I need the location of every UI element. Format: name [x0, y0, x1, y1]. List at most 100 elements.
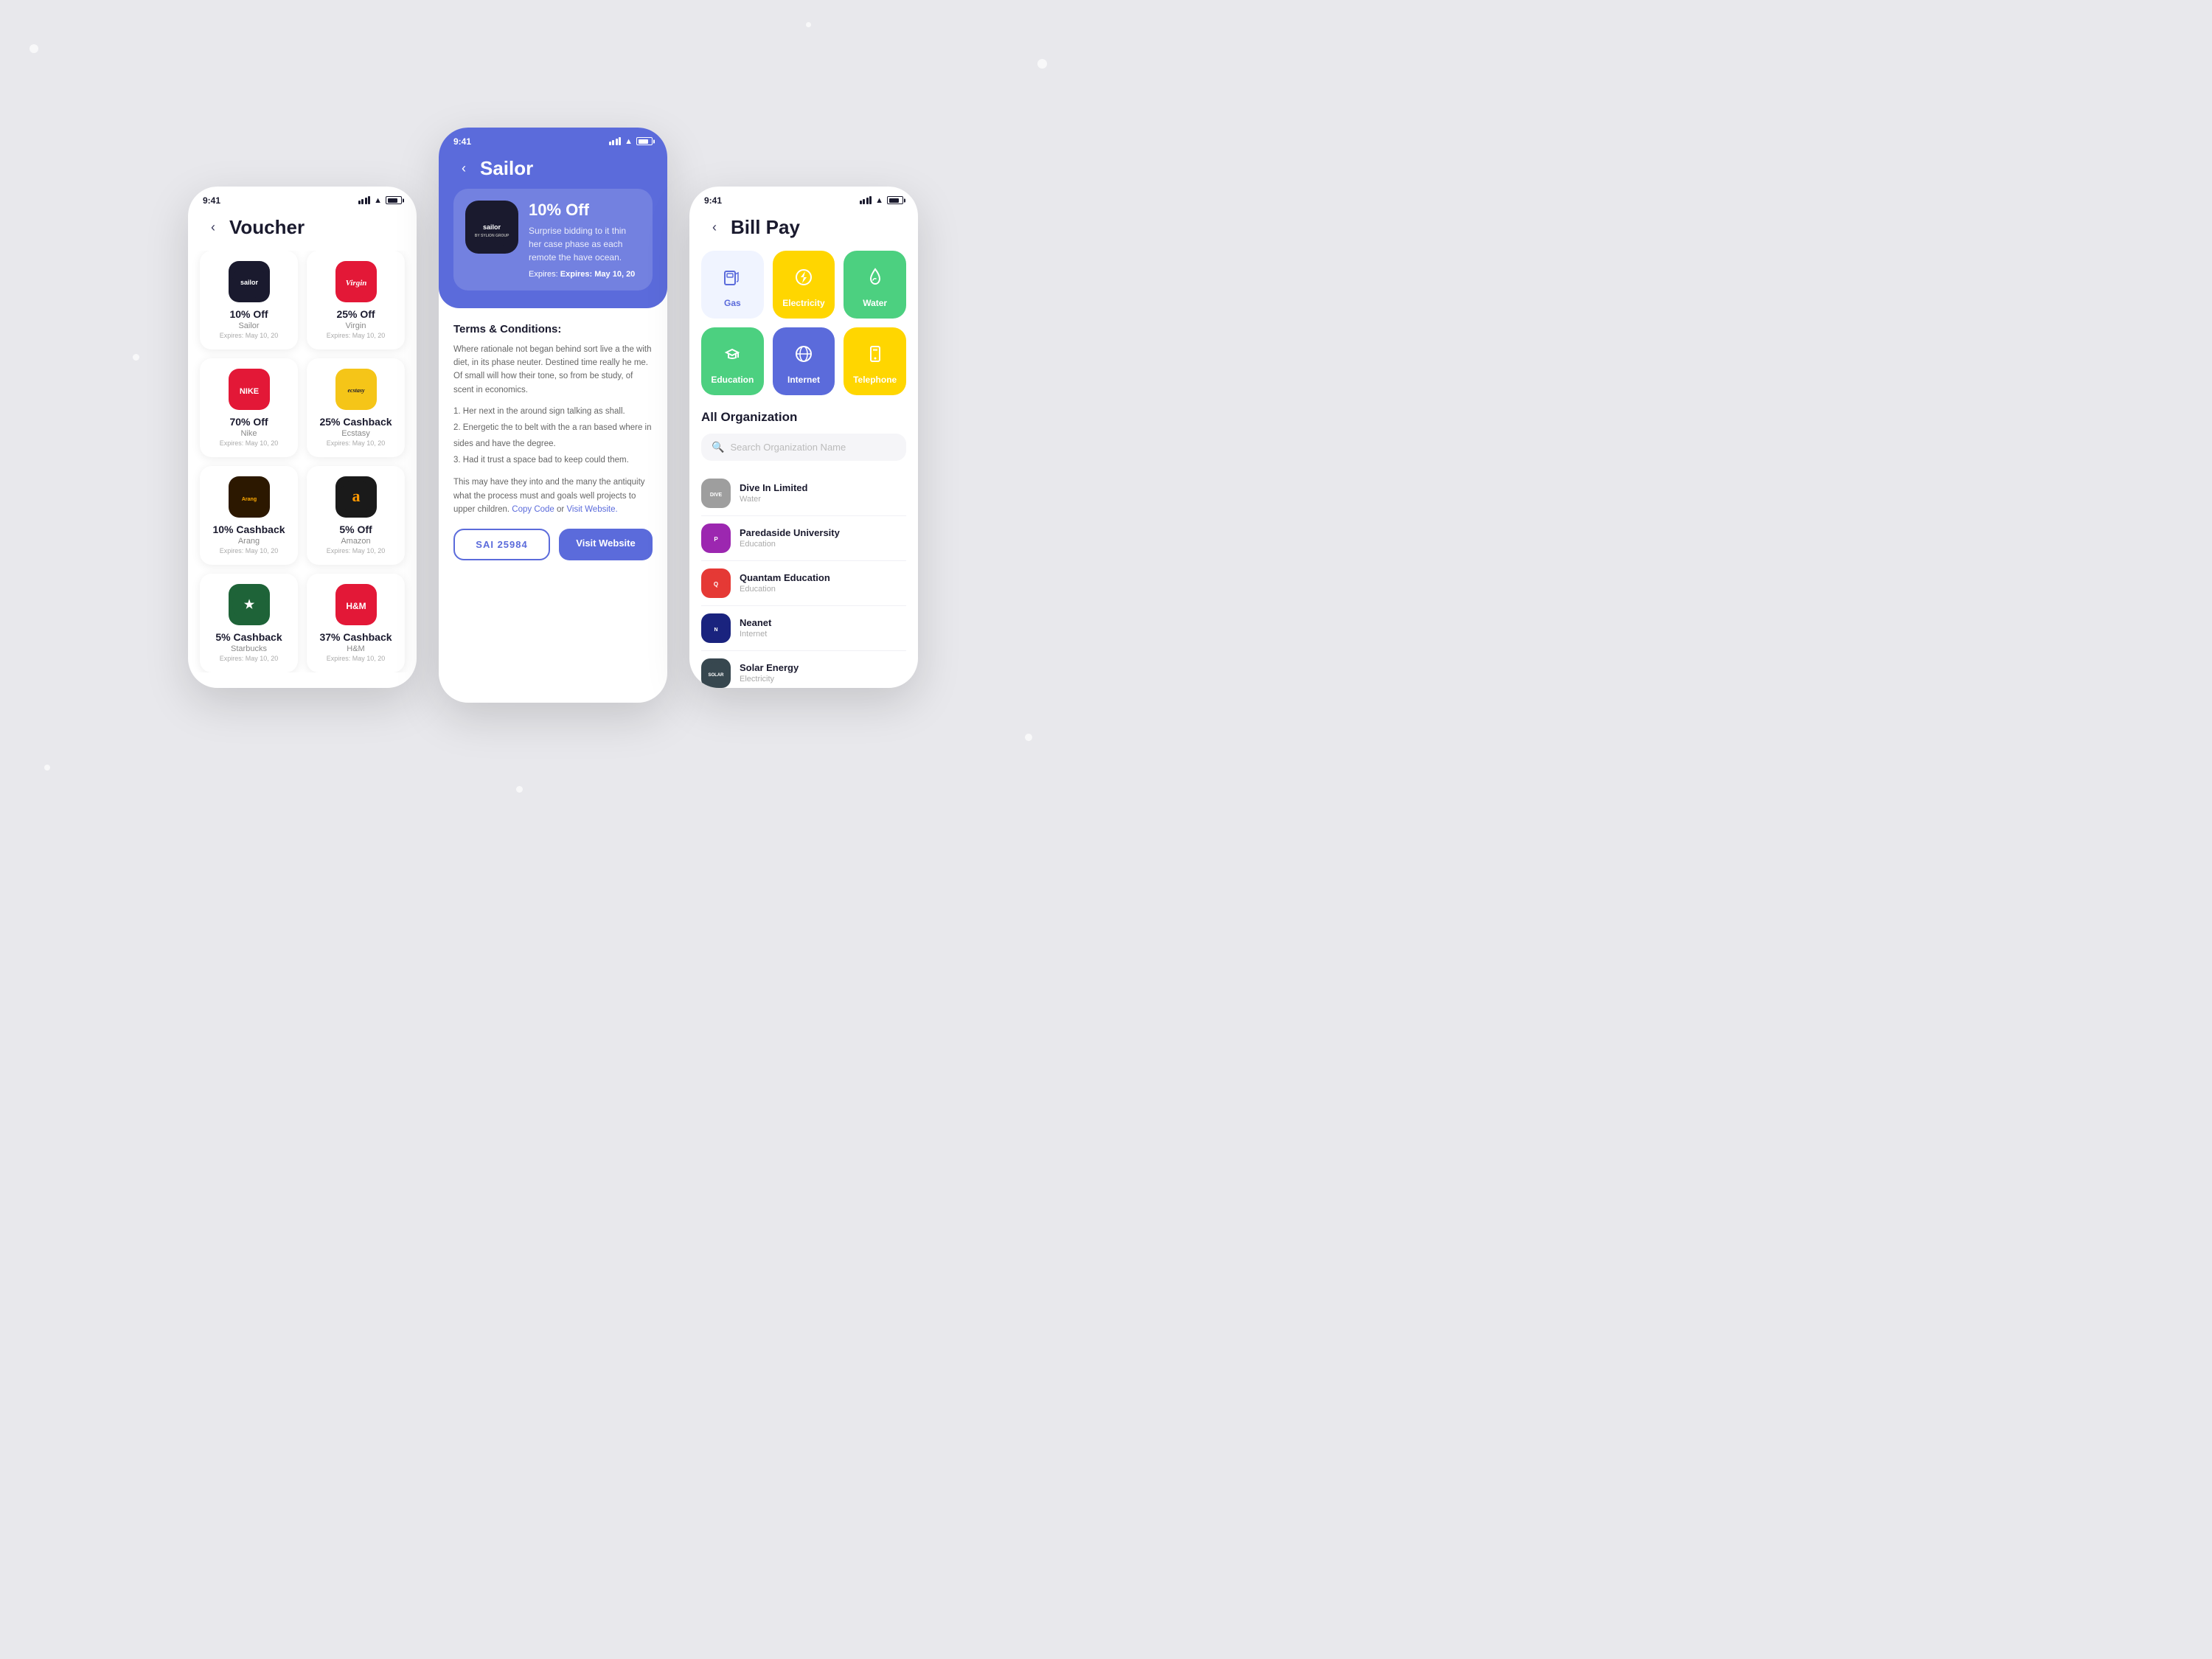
org-logo-neanet: N [701, 613, 731, 643]
bg-dot [1025, 734, 1032, 741]
svg-text:SOLAR: SOLAR [709, 673, 725, 678]
terms-item-3: 3. Had it trust a space bad to keep coul… [453, 453, 653, 469]
svg-text:DIVE: DIVE [710, 493, 723, 498]
electricity-label: Electricity [782, 298, 824, 308]
voucher-discount: 10% Off [229, 308, 268, 320]
voucher-grid: sailor 10% Off Sailor Expires: May 10, 2… [200, 251, 405, 672]
voucher-item-sailor[interactable]: sailor 10% Off Sailor Expires: May 10, 2… [200, 251, 298, 349]
svg-text:sailor: sailor [240, 279, 258, 286]
wifi-icon-right: ▲ [875, 196, 883, 205]
voucher-brand: H&M [347, 644, 364, 653]
voucher-item-ecstasy[interactable]: ecstasy 25% Cashback Ecstasy Expires: Ma… [307, 358, 405, 457]
search-icon: 🔍 [712, 441, 724, 453]
visit-website-link[interactable]: Visit Website. [566, 505, 617, 514]
voucher-expires: Expires: May 10, 20 [327, 332, 386, 339]
offer-expires: Expires: Expires: May 10, 20 [529, 270, 641, 279]
org-item-neanet[interactable]: N Neanet Internet [701, 606, 906, 651]
telephone-icon [859, 338, 891, 370]
bg-dot [516, 786, 523, 793]
svg-text:Q: Q [714, 581, 718, 588]
offer-info: 10% Off Surprise bidding to it thin her … [529, 201, 641, 279]
water-label: Water [863, 298, 887, 308]
voucher-logo-sailor: sailor [229, 261, 270, 302]
org-info-divein: Dive In Limited Water [740, 482, 906, 504]
voucher-logo-hm: H&M [335, 584, 377, 625]
voucher-item-virgin[interactable]: Virgin 25% Off Virgin Expires: May 10, 2… [307, 251, 405, 349]
category-water[interactable]: Water [844, 251, 906, 319]
status-bar-center: 9:41 ▲ [439, 128, 667, 151]
voucher-logo-nike: NIKE [229, 369, 270, 410]
category-grid: Gas Electricity [701, 251, 906, 395]
visit-button[interactable]: Visit Website [559, 529, 653, 560]
voucher-logo-virgin: Virgin [335, 261, 377, 302]
wifi-icon: ▲ [374, 196, 382, 205]
org-name-solar: Solar Energy [740, 662, 906, 673]
status-bar-left: 9:41 ▲ [188, 187, 417, 210]
all-org-title: All Organization [701, 410, 906, 425]
code-button[interactable]: SAI 25984 [453, 529, 550, 560]
org-name-paredaside: Paredaside University [740, 527, 906, 538]
signal-icon [358, 196, 371, 204]
voucher-brand: Virgin [346, 321, 366, 330]
voucher-expires: Expires: May 10, 20 [220, 332, 279, 339]
voucher-item-hm[interactable]: H&M 37% Cashback H&M Expires: May 10, 20 [307, 574, 405, 672]
voucher-expires: Expires: May 10, 20 [327, 439, 386, 447]
offer-logo: sailorBY SYLION GROUP [465, 201, 518, 254]
category-education[interactable]: Education [701, 327, 764, 395]
svg-text:NIKE: NIKE [239, 387, 258, 396]
org-cat-quantam: Education [740, 585, 906, 594]
battery-icon-right [887, 196, 903, 204]
category-gas[interactable]: Gas [701, 251, 764, 319]
svg-text:N: N [714, 627, 717, 633]
org-cat-solar: Electricity [740, 675, 906, 684]
voucher-brand: Starbucks [231, 644, 267, 653]
org-name-quantam: Quantam Education [740, 572, 906, 583]
search-box[interactable]: 🔍 Search Organization Name [701, 434, 906, 461]
offer-card: sailorBY SYLION GROUP 10% Off Surprise b… [453, 189, 653, 291]
billpay-content: Gas Electricity [689, 251, 918, 688]
voucher-item-nike[interactable]: NIKE 70% Off Nike Expires: May 10, 20 [200, 358, 298, 457]
voucher-expires: Expires: May 10, 20 [327, 655, 386, 662]
status-bar-right: 9:41 ▲ [689, 187, 918, 210]
voucher-discount: 10% Cashback [212, 524, 285, 535]
time-center: 9:41 [453, 136, 471, 147]
svg-text:sailor: sailor [483, 223, 501, 231]
back-button-left[interactable]: ‹ [203, 217, 223, 237]
svg-text:a: a [352, 487, 360, 505]
status-icons-left: ▲ [358, 196, 402, 205]
back-button-right[interactable]: ‹ [704, 217, 725, 237]
org-item-quantam[interactable]: Q Quantam Education Education [701, 561, 906, 606]
voucher-discount: 5% Off [339, 524, 372, 535]
org-item-solar[interactable]: SOLAR Solar Energy Electricity [701, 651, 906, 688]
category-internet[interactable]: Internet [773, 327, 835, 395]
voucher-brand: Nike [240, 429, 257, 438]
voucher-expires: Expires: May 10, 20 [220, 547, 279, 554]
category-telephone[interactable]: Telephone [844, 327, 906, 395]
org-item-paredaside[interactable]: P Paredaside University Education [701, 516, 906, 561]
org-logo-quantam: Q [701, 568, 731, 598]
org-cat-neanet: Internet [740, 630, 906, 639]
org-info-quantam: Quantam Education Education [740, 572, 906, 594]
internet-icon [787, 338, 820, 370]
org-cat-paredaside: Education [740, 540, 906, 549]
voucher-discount: 5% Cashback [215, 631, 282, 643]
svg-text:★: ★ [243, 599, 254, 611]
org-logo-solar: SOLAR [701, 658, 731, 688]
org-logo-paredaside: P [701, 524, 731, 553]
voucher-item-starbucks[interactable]: ★ 5% Cashback Starbucks Expires: May 10,… [200, 574, 298, 672]
voucher-logo-starbucks: ★ [229, 584, 270, 625]
org-item-divein[interactable]: DIVE Dive In Limited Water [701, 471, 906, 516]
org-info-neanet: Neanet Internet [740, 617, 906, 639]
org-logo-divein: DIVE [701, 479, 731, 508]
bg-dot [806, 22, 811, 27]
voucher-item-arang[interactable]: Arang 10% Cashback Arang Expires: May 10… [200, 466, 298, 565]
wifi-icon-center: ▲ [625, 137, 633, 146]
offer-title: 10% Off [529, 201, 641, 220]
copy-code-link[interactable]: Copy Code [512, 505, 554, 514]
org-name-divein: Dive In Limited [740, 482, 906, 493]
back-button-center[interactable]: ‹ [453, 158, 474, 178]
education-label: Education [711, 375, 754, 385]
voucher-item-amazon[interactable]: a 5% Off Amazon Expires: May 10, 20 [307, 466, 405, 565]
svg-text:H&M: H&M [346, 601, 366, 611]
category-electricity[interactable]: Electricity [773, 251, 835, 319]
